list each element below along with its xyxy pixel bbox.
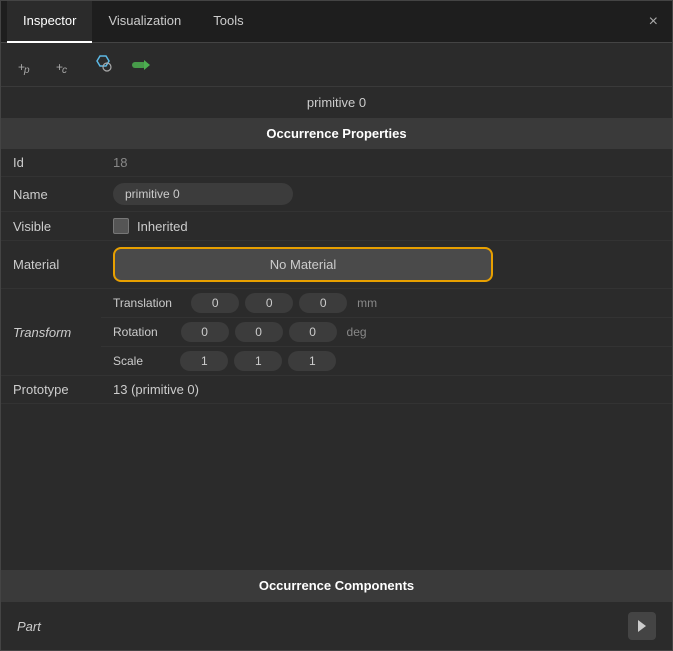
id-row: Id 18 — [1, 149, 672, 177]
prototype-value-text: 13 (primitive 0) — [113, 382, 199, 397]
tab-visualization[interactable]: Visualization — [92, 1, 197, 43]
translation-y-input[interactable]: 0 — [245, 293, 293, 313]
close-button[interactable]: × — [641, 10, 666, 34]
name-value[interactable]: primitive 0 — [101, 177, 672, 212]
visible-inherited-text: Inherited — [137, 219, 188, 234]
tab-inspector[interactable]: Inspector — [7, 1, 92, 43]
rotation-values: Rotation 0 0 0 deg — [101, 318, 672, 347]
tab-inspector-label: Inspector — [23, 13, 76, 28]
occurrence-components-label: Occurrence Components — [259, 578, 414, 593]
rotation-y-input[interactable]: 0 — [235, 322, 283, 342]
scale-z-input[interactable]: 1 — [288, 351, 336, 371]
rotation-z-input[interactable]: 0 — [289, 322, 337, 342]
transform-label: Transform — [1, 289, 101, 376]
toolbar: + p + c — [1, 43, 672, 87]
part-row: Part — [1, 601, 672, 650]
primitive-title-text: primitive 0 — [307, 95, 366, 110]
tab-bar: Inspector Visualization Tools × — [1, 1, 672, 43]
rotation-x-input[interactable]: 0 — [181, 322, 229, 342]
prototype-value: 13 (primitive 0) — [101, 376, 672, 404]
translation-values: Translation 0 0 0 mm — [101, 289, 672, 318]
scale-values: Scale 1 1 1 — [101, 347, 672, 376]
rotation-label: Rotation — [113, 325, 158, 339]
material-value: No Material — [101, 241, 672, 289]
properties-table: Id 18 Name primitive 0 Visible Inherited — [1, 149, 672, 404]
scale-label: Scale — [113, 354, 143, 368]
name-label: Name — [1, 177, 101, 212]
material-button[interactable]: No Material — [113, 247, 493, 282]
visible-label: Visible — [1, 212, 101, 241]
material-button-label: No Material — [270, 257, 336, 272]
content-area: primitive 0 Occurrence Properties Id 18 … — [1, 87, 672, 650]
transform-rotation-row: Rotation 0 0 0 deg — [1, 318, 672, 347]
transform-translation-row: Transform Translation 0 0 0 mm — [1, 289, 672, 318]
scale-x-input[interactable]: 1 — [180, 351, 228, 371]
add-primitive-button[interactable]: + p — [11, 49, 43, 81]
visible-row: Visible Inherited — [1, 212, 672, 241]
rotation-unit: deg — [343, 325, 367, 339]
occurrence-properties-header: Occurrence Properties — [1, 118, 672, 149]
svg-text:c: c — [62, 65, 67, 76]
pattern-button[interactable] — [87, 49, 119, 81]
prototype-label: Prototype — [1, 376, 101, 404]
name-row: Name primitive 0 — [1, 177, 672, 212]
name-input[interactable]: primitive 0 — [113, 183, 293, 205]
id-label: Id — [1, 149, 101, 177]
translation-z-input[interactable]: 0 — [299, 293, 347, 313]
translation-label: Translation — [113, 296, 172, 310]
material-label: Material — [1, 241, 101, 289]
main-window: Inspector Visualization Tools × + p + c — [0, 0, 673, 651]
translation-unit: mm — [353, 296, 377, 310]
occurrence-components-header: Occurrence Components — [1, 570, 672, 601]
tab-tools-label: Tools — [213, 13, 243, 28]
part-label: Part — [17, 619, 41, 634]
navigate-button[interactable] — [125, 49, 157, 81]
prototype-row: Prototype 13 (primitive 0) — [1, 376, 672, 404]
part-navigate-button[interactable] — [628, 612, 656, 640]
scale-y-input[interactable]: 1 — [234, 351, 282, 371]
id-value-text: 18 — [113, 155, 127, 170]
visible-value: Inherited — [101, 212, 672, 241]
visible-checkbox[interactable] — [113, 218, 129, 234]
add-component-button[interactable]: + c — [49, 49, 81, 81]
tab-visualization-label: Visualization — [108, 13, 181, 28]
translation-x-input[interactable]: 0 — [191, 293, 239, 313]
tab-tools[interactable]: Tools — [197, 1, 259, 43]
occurrence-properties-label: Occurrence Properties — [266, 126, 406, 141]
svg-text:p: p — [23, 65, 30, 76]
material-row: Material No Material — [1, 241, 672, 289]
id-value: 18 — [101, 149, 672, 177]
primitive-title: primitive 0 — [1, 87, 672, 118]
transform-scale-row: Scale 1 1 1 — [1, 347, 672, 376]
